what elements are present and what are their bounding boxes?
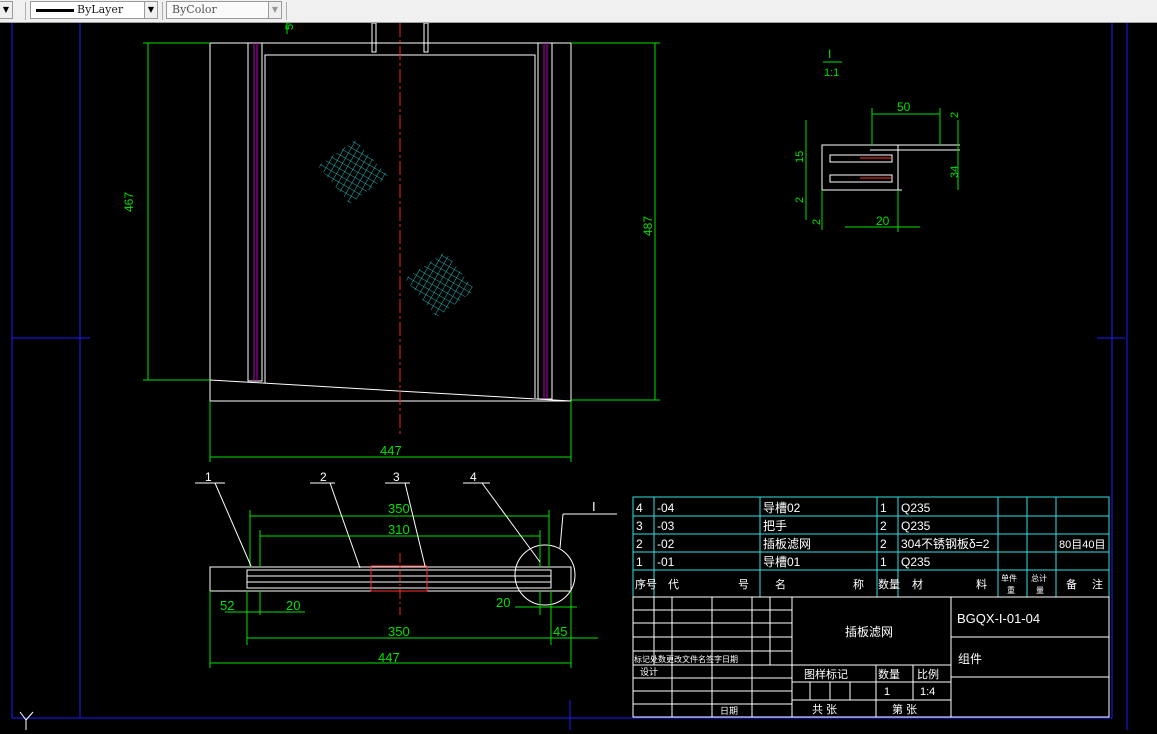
toolbar-separator: [25, 2, 26, 20]
detail-label: I: [828, 47, 831, 61]
bom-name: 插板滤网: [763, 537, 811, 551]
dim-20b: 20: [496, 595, 510, 610]
dim-d50: 50: [897, 100, 911, 114]
sheet-number: 第 张: [892, 702, 917, 716]
bom-name: 把手: [763, 519, 787, 533]
stage-label: 图样标记: [804, 667, 848, 681]
dim-467: 467: [122, 192, 136, 212]
bom-header-total-bottom: 量: [1036, 586, 1044, 595]
scale-value: 1:4: [920, 686, 935, 698]
bom-qty: 2: [880, 537, 887, 551]
bom-name: 导槽02: [763, 501, 801, 515]
dim-310: 310: [388, 522, 410, 537]
front-view: [209, 22, 572, 435]
scale-label: 比例: [917, 667, 939, 681]
dim-50-top: 50: [284, 23, 296, 30]
callout-2: 2: [320, 470, 327, 484]
bom-header-note-b: 注: [1092, 577, 1103, 591]
bom-note: 80目40目: [1059, 539, 1105, 551]
dim-447-bottom: 447: [378, 650, 400, 665]
bom-qty: 2: [880, 519, 887, 533]
toolbar-separator: [162, 2, 163, 20]
bom-header-code-a: 代: [668, 578, 679, 591]
drawing-number: BGQX-I-01-04: [957, 611, 1040, 626]
bom-material: Q235: [901, 555, 931, 569]
dim-d2a: 2: [949, 112, 961, 118]
bom-header-mat-b: 料: [976, 577, 987, 591]
bom-material: Q235: [901, 519, 931, 533]
total-sheets: 共 张: [812, 703, 837, 716]
toolbar-separator: [286, 2, 287, 20]
bom-header-name-b: 称: [853, 577, 864, 591]
dim-350-top: 350: [388, 501, 410, 516]
bom-qty: 1: [880, 555, 887, 569]
layer-dropdown-arrow[interactable]: ▼: [0, 1, 13, 19]
bom-no: 4: [636, 501, 643, 515]
chevron-down-icon[interactable]: ▼: [144, 1, 158, 19]
qty-value: 1: [884, 686, 890, 698]
bom-material: 304不锈钢板δ=2: [901, 537, 990, 551]
linetype-dropdown[interactable]: ByLayer ▼: [30, 1, 158, 19]
bom-code: -03: [657, 519, 675, 533]
bom-code: -04: [657, 501, 675, 515]
dim-52: 52: [220, 598, 234, 613]
dim-45: 45: [553, 624, 567, 639]
bom-material: Q235: [901, 501, 931, 515]
bom-no: 3: [636, 519, 643, 533]
weight-label: 数量: [878, 668, 900, 681]
callout-4: 4: [470, 470, 477, 484]
bom-code: -02: [657, 537, 675, 551]
dim-d34: 34: [949, 166, 961, 178]
bom-header-unit-top: 单件: [1001, 573, 1017, 583]
bom-no: 1: [636, 555, 643, 569]
revision-header: 标记处数更改文件名签字日期: [634, 654, 738, 664]
callout-1: 1: [205, 470, 212, 484]
bom-rows: 4 -04 导槽02 1 Q235 3 -03 把手 2 Q235 2 -02 …: [636, 501, 1105, 569]
bom-header-code-b: 号: [738, 578, 749, 591]
bom-header-no: 序号: [635, 577, 657, 591]
dim-d15: 15: [794, 151, 806, 163]
dim-d2c: 2: [811, 219, 823, 225]
color-dropdown[interactable]: ByColor ▼: [166, 1, 282, 19]
bom-header: 序号 代 号 名 称 数量 材 料 单件 重 总计 量 备 注: [635, 573, 1103, 595]
dim-20a: 20: [286, 598, 300, 613]
callout-I: I: [592, 499, 596, 514]
dim-447-top: 447: [380, 443, 402, 458]
part-name: 插板滤网: [845, 625, 893, 639]
detail-view: [821, 144, 960, 191]
dim-d2b: 2: [794, 197, 806, 203]
mesh-hatch: [318, 140, 475, 317]
date-label: 日期: [720, 706, 738, 716]
chevron-down-icon[interactable]: ▼: [268, 1, 282, 19]
bom-header-unit-bottom: 重: [1007, 585, 1015, 595]
bom-header-total-top: 总计: [1031, 573, 1047, 583]
bom-no: 2: [636, 537, 643, 551]
design-label: 设计: [640, 666, 658, 677]
bom-header-qty: 数量: [878, 578, 900, 591]
cad-drawing[interactable]: 467 487 447 50 I 1:1 50 2 15 34 2 2 20 1…: [0, 18, 1157, 730]
callout-3: 3: [393, 470, 400, 484]
ucs-icon: [19, 711, 34, 730]
bom-header-note-a: 备: [1066, 577, 1077, 591]
drawing-canvas[interactable]: 467 487 447 50 I 1:1 50 2 15 34 2 2 20 1…: [0, 18, 1157, 730]
bom-header-mat-a: 材: [912, 577, 923, 591]
bom-qty: 1: [880, 501, 887, 515]
dim-d20: 20: [876, 214, 890, 228]
dim-350-bottom: 350: [388, 624, 410, 639]
detail-scale: 1:1: [824, 67, 839, 79]
dim-487: 487: [641, 216, 655, 236]
color-value: ByColor: [172, 3, 217, 16]
linetype-value: ByLayer: [77, 3, 124, 16]
drawing-kind: 组件: [958, 652, 982, 666]
detail-dimensions: [805, 61, 959, 232]
front-dimensions: [143, 23, 660, 462]
bom-code: -01: [657, 555, 675, 569]
properties-toolbar: ▼ ByLayer ▼ ByColor ▼: [0, 0, 1157, 23]
bom-header-name-a: 名: [775, 577, 786, 591]
section-view: [209, 544, 576, 615]
line-sample: [36, 9, 74, 12]
bom-name: 导槽01: [763, 555, 801, 569]
